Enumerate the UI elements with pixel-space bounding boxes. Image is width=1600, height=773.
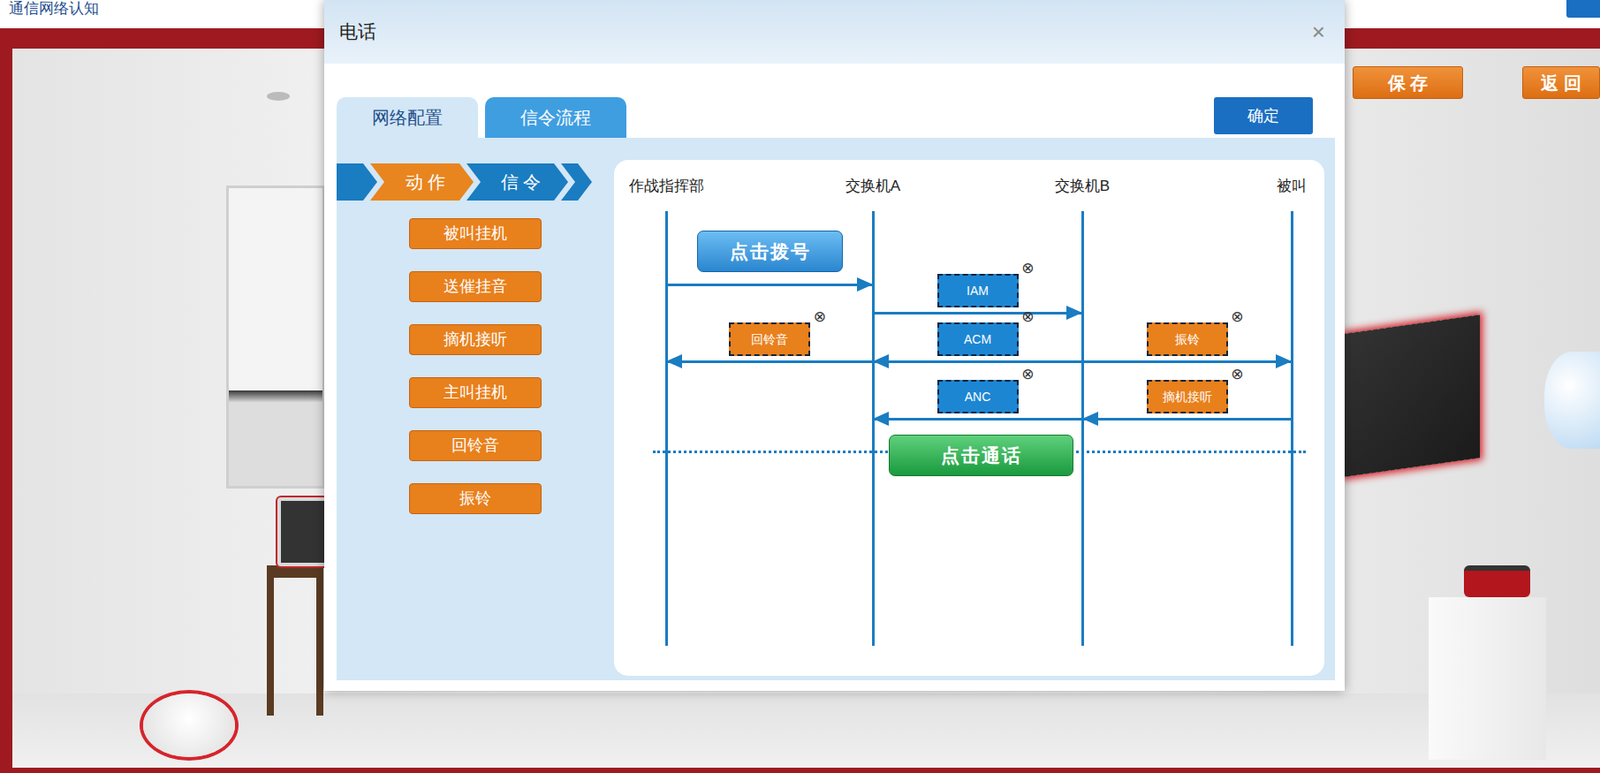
confirm-button[interactable]: 确定 <box>1213 97 1313 135</box>
return-button[interactable]: 返 回 <box>1522 66 1600 99</box>
remove-button[interactable]: ⊗ <box>813 309 827 325</box>
lane-header: 交换机A <box>845 175 901 198</box>
placed-signal[interactable]: IAM⊗ <box>937 273 1019 308</box>
palette-item[interactable]: 主叫挂机 <box>409 377 542 409</box>
arrow-head-icon <box>872 354 889 369</box>
palette-header: 动 作信 令 <box>336 163 615 201</box>
arrow-line <box>872 311 1083 315</box>
dialog-tab[interactable]: 信令流程 <box>485 97 627 138</box>
step-chevron: 信 令 <box>466 163 569 201</box>
arrow-line <box>872 360 1083 364</box>
top-buttons: 保 存返 回 <box>1352 66 1600 99</box>
dialog-tab[interactable]: 网络配置 <box>336 97 478 138</box>
arrow-line <box>1082 417 1292 421</box>
placed-signal[interactable]: 回铃音⊗ <box>728 322 811 357</box>
save-button[interactable]: 保 存 <box>1352 66 1464 99</box>
pedestal-icon <box>1428 597 1547 760</box>
signal-label: ANC <box>964 387 992 407</box>
arrow-head-icon <box>666 354 683 369</box>
arrow-head-icon <box>1082 411 1099 426</box>
window-icon <box>226 185 326 489</box>
signal-label: 振铃 <box>1175 330 1200 349</box>
signal-label: 摘机接听 <box>1162 387 1213 407</box>
palette-item[interactable]: 回铃音 <box>409 430 542 462</box>
placed-signal[interactable]: ANC⊗ <box>937 379 1019 414</box>
breadcrumb: 通信网络认知 <box>8 0 99 18</box>
remove-button[interactable]: ⊗ <box>1021 260 1034 276</box>
arrow-line <box>666 360 873 364</box>
arrow-line <box>666 283 873 287</box>
laptop-icon[interactable] <box>277 497 331 567</box>
step-chevron: 动 作 <box>370 163 474 201</box>
lifeline <box>665 211 668 646</box>
palette-item[interactable]: 送催挂音 <box>409 271 542 303</box>
placed-signal[interactable]: 振铃⊗ <box>1146 322 1229 357</box>
arrow-head-icon <box>872 411 889 426</box>
mascot-icon <box>1544 351 1600 449</box>
signal-label: 回铃音 <box>750 330 789 349</box>
lane-header: 被叫 <box>1276 175 1307 198</box>
arrow-line <box>1082 360 1292 364</box>
palette-item[interactable]: 振铃 <box>409 483 542 515</box>
signal-diagram: 作战指挥部交换机A交换机B被叫点击拨号点击通话IAM⊗回铃音⊗ACM⊗振铃⊗AN… <box>614 159 1325 676</box>
close-button[interactable]: × <box>1311 20 1326 44</box>
dialog-title: 电话 <box>339 17 377 46</box>
placed-signal[interactable]: ACM⊗ <box>937 322 1019 357</box>
arrow-head-icon <box>856 277 873 292</box>
signal-label: ACM <box>963 330 992 349</box>
lane-header: 交换机B <box>1054 175 1110 198</box>
arrow-head-icon <box>1275 354 1292 369</box>
remove-button[interactable]: ⊗ <box>1230 309 1244 325</box>
exit-button[interactable] <box>1566 0 1600 18</box>
remove-button[interactable]: ⊗ <box>1230 366 1244 382</box>
palette: 动 作信 令 被叫挂机送催挂音摘机接听主叫挂机回铃音振铃 <box>336 137 615 681</box>
router-icon[interactable] <box>1463 565 1531 598</box>
placed-signal[interactable]: 摘机接听⊗ <box>1146 379 1229 414</box>
dialog-header: 电话 × <box>324 0 1345 64</box>
palette-list: 被叫挂机送催挂音摘机接听主叫挂机回铃音振铃 <box>336 218 615 515</box>
signal-label: IAM <box>966 281 989 301</box>
config-area: 动 作信 令 被叫挂机送催挂音摘机接听主叫挂机回铃音振铃 作战指挥部交换机A交换… <box>336 137 1335 681</box>
lane-header: 作战指挥部 <box>629 175 705 198</box>
remove-button[interactable]: ⊗ <box>1021 366 1034 382</box>
lifeline <box>1290 211 1294 646</box>
lifeline <box>1081 211 1085 646</box>
tab-bar: 网络配置信令流程 确定 <box>324 63 1345 138</box>
ceiling-light-icon <box>266 91 290 101</box>
chevron-lead-icon <box>336 163 378 201</box>
phone-dialog: 电话 × 网络配置信令流程确定 动 作信 令 被叫挂机送催挂音摘机接听主叫挂机回… <box>324 0 1345 691</box>
talk-button[interactable]: 点击通话 <box>888 434 1074 477</box>
dial-button[interactable]: 点击拨号 <box>697 230 843 273</box>
palette-item[interactable]: 摘机接听 <box>409 324 542 356</box>
arrow-line <box>872 417 1083 421</box>
tv-icon[interactable] <box>1344 314 1480 478</box>
arrow-head-icon <box>1066 305 1083 320</box>
robot-vacuum-icon[interactable] <box>143 693 236 758</box>
palette-item[interactable]: 被叫挂机 <box>409 218 542 250</box>
lifeline <box>872 211 875 646</box>
remove-button[interactable]: ⊗ <box>1021 309 1034 325</box>
stand-icon <box>266 565 324 716</box>
